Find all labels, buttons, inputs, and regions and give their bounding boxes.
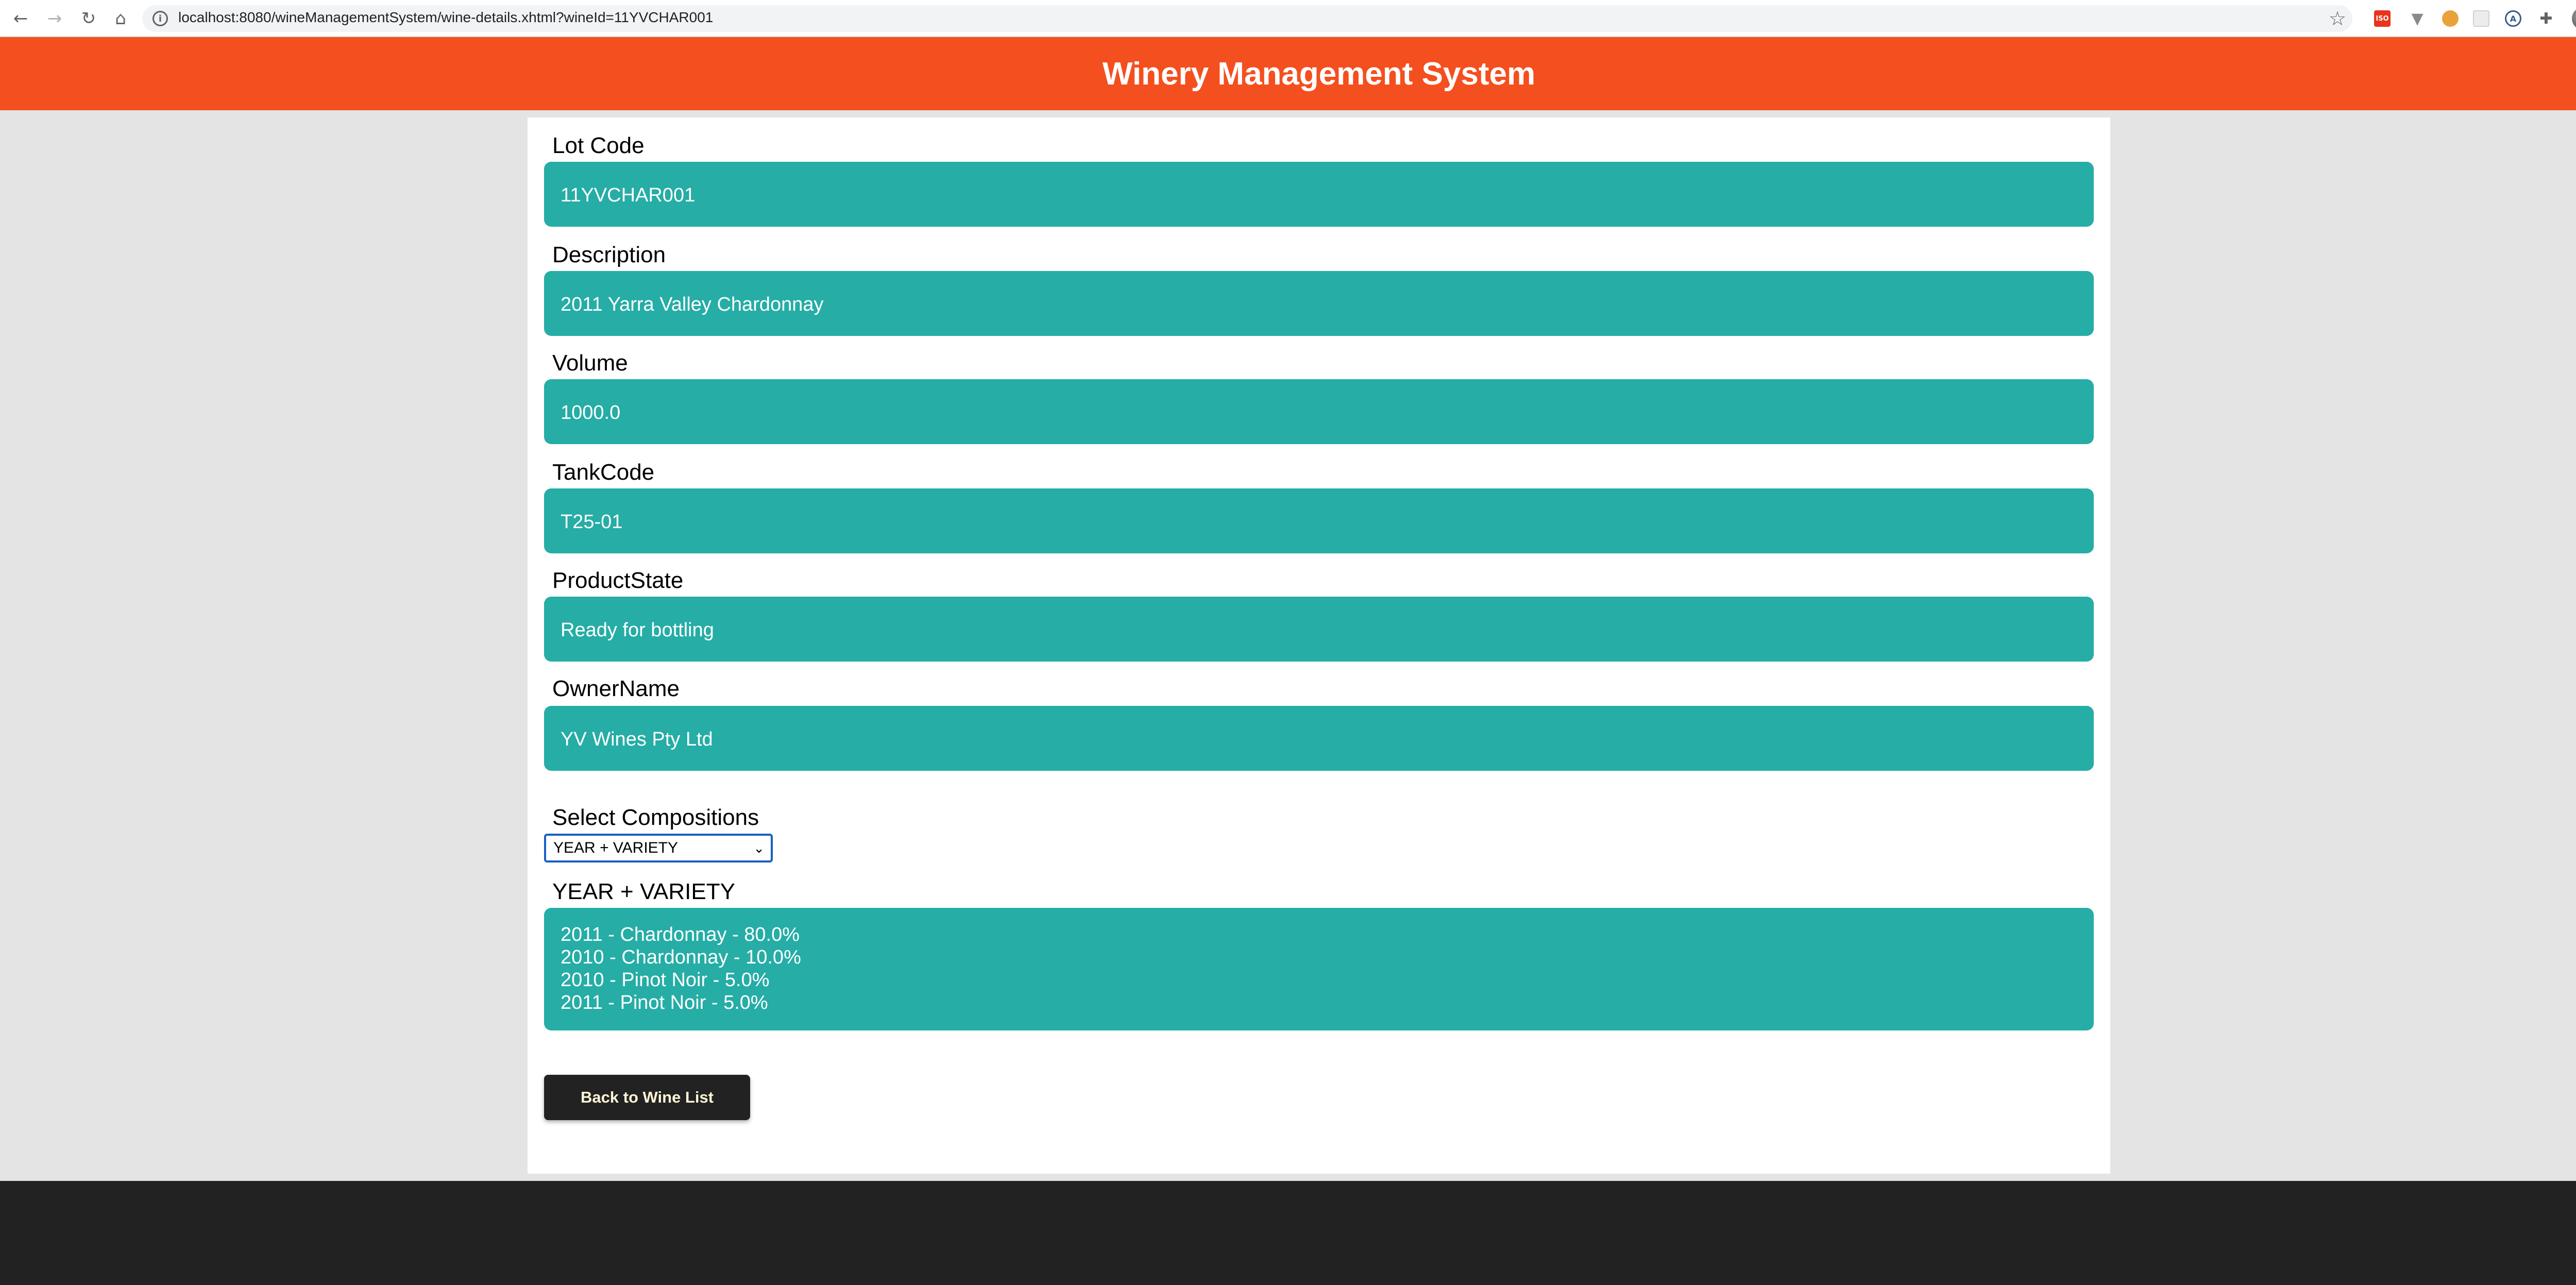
extension-red-icon[interactable]: ISO [2374,10,2391,27]
home-icon[interactable]: ⌂ [110,8,131,29]
back-arrow-icon[interactable]: ← [10,8,31,29]
compositions-list: 2011 - Chardonnay - 80.0% 2010 - Chardon… [544,908,2094,1030]
composition-line: 2010 - Chardonnay - 10.0% [561,946,801,968]
compositions-select-value: YEAR + VARIETY [553,839,679,856]
compositions-select[interactable]: YEAR + VARIETY ⌄ [544,834,773,863]
back-to-wine-list-button[interactable]: Back to Wine List [544,1075,750,1120]
extension-a-icon[interactable]: A [2505,10,2521,27]
composition-line: 2011 - Chardonnay - 80.0% [561,924,800,945]
lot-code-value: 11YVCHAR001 [561,184,696,206]
reload-icon[interactable]: ↻ [78,8,99,29]
select-compositions-label: Select Compositions [552,805,759,830]
extension-cookie-icon[interactable] [2442,10,2459,27]
site-info-icon[interactable]: i [152,11,168,26]
product-state-label: ProductState [552,568,684,593]
url-text[interactable]: localhost:8080/wineManagementSystem/wine… [178,9,713,26]
wine-details-card: Lot Code 11YVCHAR001 Description 2011 Ya… [528,117,2110,1174]
composition-line: 2011 - Pinot Noir - 5.0% [561,992,768,1013]
product-state-field[interactable]: Ready for bottling [544,597,2094,662]
extension-blank-icon[interactable] [2473,10,2489,27]
tank-code-value: T25-01 [561,511,623,533]
lot-code-label: Lot Code [552,133,645,158]
chevron-down-icon: ⌄ [753,841,765,856]
lot-code-field[interactable]: 11YVCHAR001 [544,162,2094,227]
volume-label: Volume [552,350,628,376]
composition-line: 2010 - Pinot Noir - 5.0% [561,969,770,991]
browser-toolbar: ← → ↻ ⌂ i localhost:8080/wineManagementS… [0,0,2576,37]
description-value: 2011 Yarra Valley Chardonnay [561,294,824,315]
forward-arrow-icon[interactable]: → [44,8,65,29]
owner-name-label: OwnerName [552,676,680,701]
puzzle-icon[interactable]: ✚ [2538,10,2554,28]
avatar[interactable] [2572,7,2576,30]
page-title: Winery Management System [1102,56,1536,92]
app-header: Winery Management System [0,37,2576,110]
volume-value: 1000.0 [561,402,621,424]
footer [0,1181,2576,1285]
compositions-heading: YEAR + VARIETY [552,879,735,904]
volume-field[interactable]: 1000.0 [544,379,2094,444]
bookmark-star-icon[interactable]: ☆ [2329,7,2346,30]
description-label: Description [552,242,666,267]
tank-code-field[interactable]: T25-01 [544,488,2094,553]
extension-v-icon[interactable]: ▼ [2409,10,2426,28]
description-field[interactable]: 2011 Yarra Valley Chardonnay [544,271,2094,336]
product-state-value: Ready for bottling [561,619,714,641]
owner-name-field[interactable]: YV Wines Pty Ltd [544,706,2094,771]
owner-name-value: YV Wines Pty Ltd [561,729,713,750]
tank-code-label: TankCode [552,460,655,485]
